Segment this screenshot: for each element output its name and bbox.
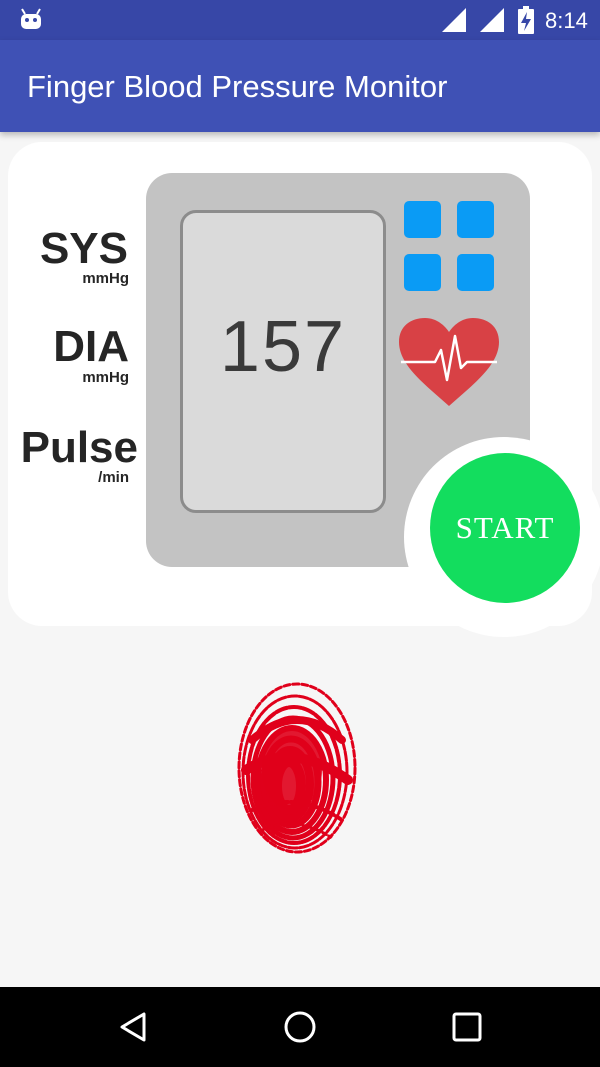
reading-value: 157 <box>219 307 347 387</box>
navigation-bar <box>0 987 600 1067</box>
dia-unit: mmHg <box>82 369 129 386</box>
back-icon[interactable] <box>116 1009 152 1045</box>
grid-icon <box>404 201 494 291</box>
home-icon[interactable] <box>282 1009 318 1045</box>
app-bar: Finger Blood Pressure Monitor <box>0 40 600 132</box>
recents-icon[interactable] <box>449 1009 485 1045</box>
status-time: 8:14 <box>545 8 588 33</box>
sys-unit: mmHg <box>82 270 129 287</box>
start-button[interactable]: START <box>430 453 580 603</box>
heart-pulse-icon <box>399 318 499 406</box>
status-bar: 8:14 <box>0 0 600 40</box>
pulse-unit: /min <box>98 469 129 486</box>
grid-tile <box>457 254 494 291</box>
battery-charging-icon <box>518 6 534 34</box>
sys-label: SYS <box>39 224 128 273</box>
fingerprint-icon[interactable] <box>232 680 362 856</box>
grid-tile <box>404 254 441 291</box>
cell-signal-icon <box>442 8 466 32</box>
grid-tile <box>457 201 494 238</box>
wifi-signal-icon <box>480 8 504 32</box>
dia-label: DIA <box>53 322 129 371</box>
app-title: Finger Blood Pressure Monitor <box>27 69 448 104</box>
grid-tile <box>404 201 441 238</box>
android-debug-icon <box>21 8 41 29</box>
pulse-label: Pulse <box>20 423 138 472</box>
